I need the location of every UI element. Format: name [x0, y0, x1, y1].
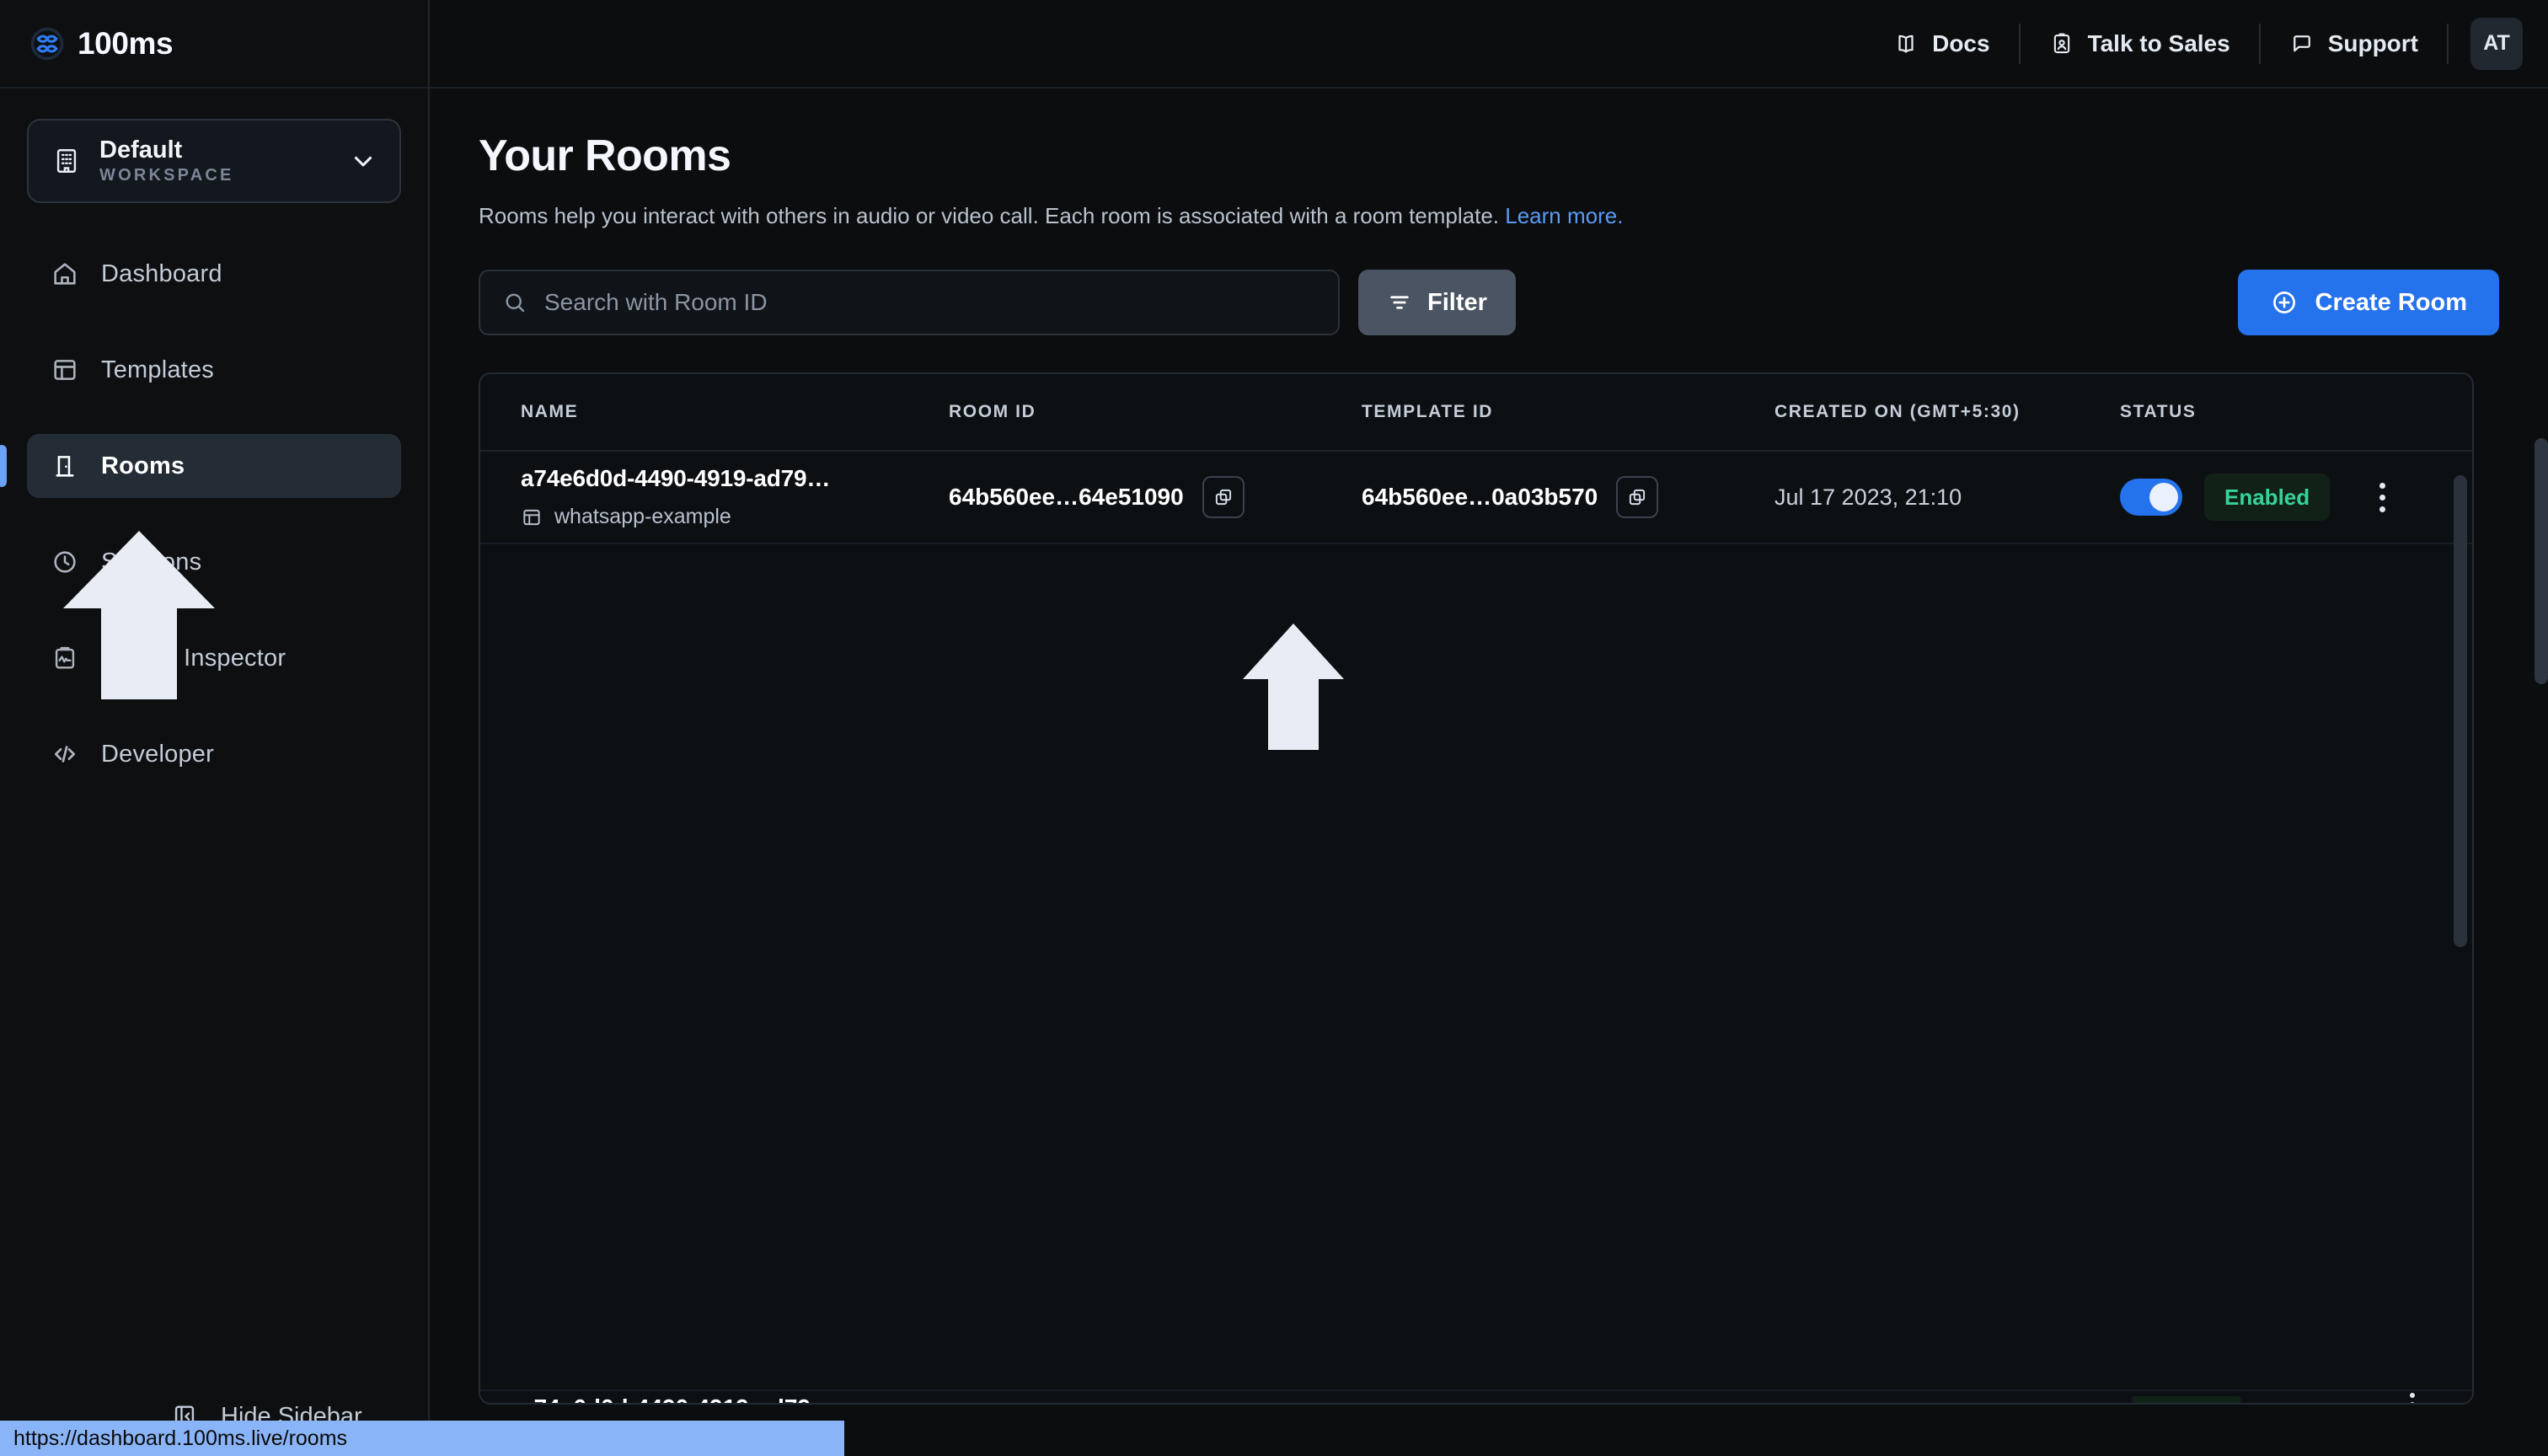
page-content: Your Rooms Rooms help you interact with …: [430, 88, 2548, 1405]
workspace-name: Default: [99, 136, 183, 163]
code-brackets-icon: [51, 740, 79, 768]
toggle-knob: [2149, 483, 2178, 511]
sidebar-item-label: Templates: [101, 356, 214, 383]
search-icon: [502, 290, 527, 315]
learn-more-link[interactable]: Learn more.: [1505, 203, 1623, 228]
page-title: Your Rooms: [479, 131, 731, 180]
create-room-label: Create Room: [2315, 288, 2468, 316]
sidebar-nav: Dashboard Templates Rooms Sessions: [0, 242, 428, 786]
topbar-divider: [2447, 23, 2449, 64]
chevron-down-icon[interactable]: [349, 147, 377, 175]
filter-button[interactable]: Filter: [1358, 270, 1516, 335]
annotation-arrow-copy-room-id: [1243, 624, 1344, 750]
template-id-value: 64b560ee…0a03b570: [1362, 484, 1598, 510]
column-header-room-id: ROOM ID: [949, 402, 1036, 421]
door-icon: [51, 452, 79, 480]
status-cell: Enabled: [2120, 474, 2472, 521]
toolbar: Filter Create Room: [479, 270, 2499, 335]
kebab-menu-icon[interactable]: [2410, 1393, 2415, 1403]
brand-name: 100ms: [78, 25, 174, 61]
book-icon: [1893, 31, 1919, 56]
rooms-table: NAME ROOM ID TEMPLATE ID CREATED ON (GMT…: [479, 372, 2474, 1405]
room-name: a74e6d0d-4490-4919-ad79…: [521, 1394, 834, 1403]
support-link[interactable]: Support: [2261, 20, 2447, 67]
column-header-template-id: TEMPLATE ID: [1362, 402, 1494, 421]
contact-card-icon: [2049, 31, 2074, 56]
search-box[interactable]: [479, 270, 1340, 335]
page-description-text: Rooms help you interact with others in a…: [479, 203, 1500, 228]
filter-icon: [1387, 290, 1412, 315]
room-name[interactable]: a74e6d0d-4490-4919-ad79…: [521, 465, 949, 492]
sidebar-item-label: Rooms: [101, 452, 185, 479]
copy-room-id-button[interactable]: [1202, 476, 1245, 518]
sidebar-item-rooms[interactable]: Rooms: [0, 434, 401, 498]
room-id-value: 64b560ee…64e51090: [949, 484, 1184, 510]
column-header-name: NAME: [521, 402, 579, 421]
filter-label: Filter: [1427, 288, 1487, 316]
page-description: Rooms help you interact with others in a…: [479, 203, 2499, 229]
main-area: Docs Talk to Sales Support AT Your Rooms: [430, 0, 2548, 1456]
topbar: Docs Talk to Sales Support AT: [430, 0, 2548, 88]
column-header-status: STATUS: [2120, 402, 2197, 421]
search-input[interactable]: [544, 289, 1316, 316]
brand[interactable]: 100ms: [0, 0, 428, 88]
template-id-cell: 64b560ee…0a03b570: [1362, 476, 1774, 518]
avatar[interactable]: AT: [2470, 17, 2523, 70]
docs-link[interactable]: Docs: [1865, 20, 2018, 67]
active-indicator: [0, 445, 7, 487]
page-scrollbar-thumb[interactable]: [2535, 438, 2548, 684]
table-row-partial[interactable]: a74e6d0d-4490-4919-ad79…: [480, 1389, 2472, 1403]
workspace-selector[interactable]: Default WORKSPACE: [27, 119, 401, 203]
room-id-cell: 64b560ee…64e51090: [949, 476, 1362, 518]
talk-to-sales-label: Talk to Sales: [2087, 29, 2230, 56]
sidebar-item-developer[interactable]: Developer: [27, 722, 401, 786]
column-header-created-on: CREATED ON (GMT+5:30): [1774, 402, 2021, 421]
copy-icon: [1212, 486, 1234, 508]
plus-circle-icon: [2270, 288, 2299, 317]
copy-icon: [1626, 486, 1648, 508]
copy-template-id-button[interactable]: [1616, 476, 1659, 518]
status-badge: Enabled: [2204, 474, 2331, 521]
table-scrollbar-thumb[interactable]: [2454, 475, 2467, 947]
infinity-flower-logo-icon: [30, 27, 64, 61]
create-room-button[interactable]: Create Room: [2237, 270, 2499, 335]
layout-icon: [51, 356, 79, 384]
sidebar-item-label: Dashboard: [101, 260, 222, 287]
workspace-subtitle: WORKSPACE: [99, 166, 234, 185]
room-template-name: whatsapp-example: [521, 505, 949, 529]
annotation-arrow-rooms: [63, 531, 215, 699]
talk-to-sales-link[interactable]: Talk to Sales: [2021, 20, 2259, 67]
kebab-menu-icon[interactable]: [2363, 474, 2401, 521]
room-name-cell: a74e6d0d-4490-4919-ad79… whatsapp-exampl…: [480, 465, 949, 529]
table-row[interactable]: a74e6d0d-4490-4919-ad79… whatsapp-exampl…: [480, 452, 2472, 544]
sidebar-item-dashboard[interactable]: Dashboard: [27, 242, 401, 306]
home-icon: [51, 260, 79, 288]
table-header-row: NAME ROOM ID TEMPLATE ID CREATED ON (GMT…: [480, 374, 2472, 452]
docs-label: Docs: [1932, 29, 1990, 56]
layout-icon: [521, 506, 543, 528]
created-on-cell: Jul 17 2023, 21:10: [1774, 484, 2120, 511]
status-badge: [2132, 1396, 2241, 1403]
created-on-value: Jul 17 2023, 21:10: [1774, 484, 1962, 510]
status-toggle[interactable]: [2120, 479, 2182, 516]
building-icon: [52, 147, 81, 175]
chat-bubble-icon: [2289, 31, 2315, 56]
support-label: Support: [2327, 29, 2418, 56]
sidebar-item-templates[interactable]: Templates: [27, 338, 401, 402]
status-bar-url: https://dashboard.100ms.live/rooms: [0, 1421, 844, 1456]
sidebar: 100ms Default WORKSPACE Dashboard Templa…: [0, 0, 430, 1456]
app-root: 100ms Default WORKSPACE Dashboard Templa…: [0, 0, 2548, 1456]
room-template-name-label: whatsapp-example: [554, 505, 731, 528]
sidebar-item-label: Developer: [101, 740, 214, 768]
